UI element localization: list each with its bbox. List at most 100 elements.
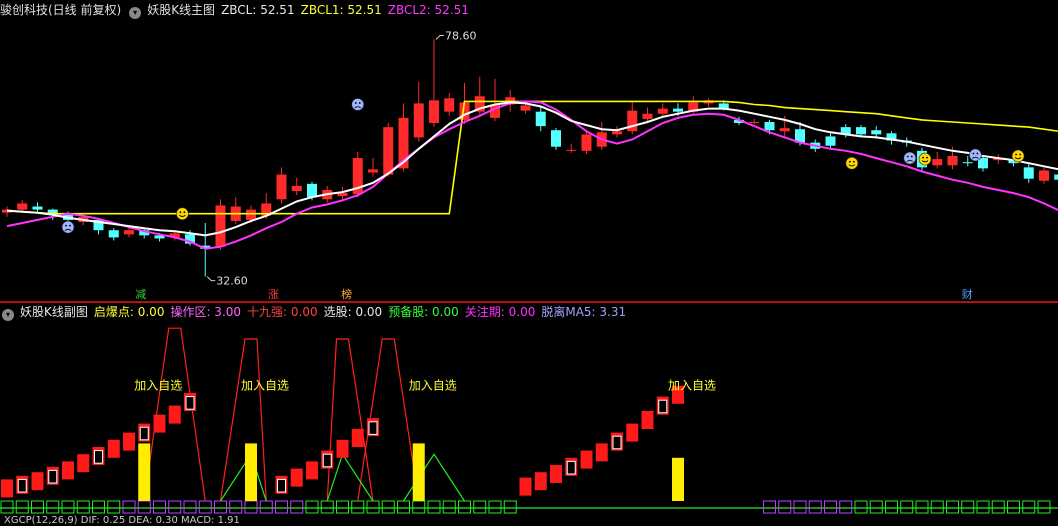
face-disc <box>845 156 859 170</box>
add-watchlist-label: 加入自选 <box>134 378 182 392</box>
main-candlestick-chart[interactable]: 78.60 32.60 减 涨 榜 财 <box>0 0 1058 301</box>
candle <box>612 126 622 138</box>
signal-square <box>31 500 44 514</box>
red-stair-box <box>351 429 364 447</box>
candle-body <box>673 108 683 112</box>
red-stair-box <box>123 432 135 451</box>
candle <box>1054 174 1058 180</box>
hollow-box <box>94 450 103 464</box>
signal-square <box>351 500 365 514</box>
signal-square <box>381 500 395 514</box>
candle-body <box>962 162 973 164</box>
candle-body <box>32 206 43 210</box>
candle <box>230 197 241 225</box>
candle-body <box>276 174 287 200</box>
macd-header-text: XGCP(12,26,9) DIF: 0.25 DEA: 0.30 MACD: … <box>4 515 240 526</box>
signal-square <box>1007 500 1020 514</box>
candle-body <box>307 183 317 198</box>
candle <box>627 102 638 135</box>
candle <box>596 121 607 150</box>
face-eye <box>906 155 909 158</box>
green-spike-line <box>219 452 267 502</box>
event-tag: 财 <box>962 287 973 301</box>
candle <box>413 81 424 142</box>
signal-square <box>137 500 151 514</box>
ma-yellow-line <box>6 100 1058 215</box>
candle <box>551 128 561 150</box>
red-stair-box <box>107 439 120 458</box>
low-price-label: 32.60 <box>216 275 248 288</box>
red-spike-line <box>219 338 267 502</box>
candle <box>383 123 394 177</box>
signal-square <box>46 500 60 514</box>
candle <box>566 143 577 153</box>
candle-body <box>444 98 455 112</box>
red-stair-box <box>641 411 654 429</box>
signal-square <box>275 500 288 514</box>
high-price-label: 78.60 <box>445 30 477 43</box>
face-eye <box>69 224 71 227</box>
hollow-box <box>17 478 27 493</box>
face-eye <box>65 224 67 227</box>
candle-body <box>657 108 668 114</box>
red-stair-box <box>1 479 13 498</box>
signal-square <box>412 500 426 514</box>
candle-body <box>871 130 882 135</box>
sad-face-icon <box>969 148 982 162</box>
red-stair-box <box>31 472 44 491</box>
candle-body <box>856 127 866 135</box>
candle-body <box>291 185 302 192</box>
signal-square <box>991 500 1005 514</box>
event-tag: 榜 <box>341 287 352 301</box>
add-watchlist-label: 加入自选 <box>409 378 457 392</box>
yellow-signal-bar <box>245 443 257 501</box>
face-disc <box>351 98 365 111</box>
candle <box>215 199 226 250</box>
candle <box>825 131 836 150</box>
hollow-box <box>566 460 576 475</box>
signal-square <box>488 500 502 514</box>
signal-square <box>320 500 334 514</box>
sad-face-icon <box>351 98 365 111</box>
event-tag: 涨 <box>268 288 279 301</box>
face-eye <box>922 156 924 159</box>
yellow-signal-bar <box>138 443 151 501</box>
yellow-signal-bar <box>672 457 684 501</box>
signal-square <box>183 500 197 514</box>
red-stair-box <box>77 454 90 473</box>
candle-body <box>368 169 378 173</box>
signal-square <box>259 500 273 514</box>
yellow-signal-bar <box>412 443 425 501</box>
signal-square <box>442 500 456 514</box>
face-disc <box>918 152 932 166</box>
sad-face-icon <box>61 220 75 234</box>
candle <box>932 151 943 169</box>
candle-body <box>413 103 424 138</box>
hollow-box <box>139 426 149 441</box>
candle <box>703 98 714 107</box>
candle-body <box>215 205 226 247</box>
candle-body <box>642 113 653 119</box>
face-eye <box>976 152 979 155</box>
sub-indicator-chart[interactable]: 加入自选加入自选加入自选加入自选加入自选加入自选加入自选加入自选 <box>0 303 1058 515</box>
signal-square <box>793 500 807 514</box>
face-eye <box>972 152 975 155</box>
happy-face-icon <box>918 152 932 166</box>
hollow-box <box>322 453 332 468</box>
signal-square <box>214 500 227 514</box>
candle <box>429 39 439 128</box>
signal-square <box>1022 500 1036 514</box>
signal-square <box>839 500 853 514</box>
candle-body <box>825 136 836 146</box>
signal-square <box>0 500 14 514</box>
candle-body <box>535 111 546 127</box>
signal-square <box>503 500 517 514</box>
face-eye <box>358 102 361 104</box>
signal-square <box>92 500 105 514</box>
candle <box>291 177 302 196</box>
candle <box>352 151 363 198</box>
candle-body <box>779 128 790 132</box>
candle <box>108 228 119 241</box>
red-spike-line <box>357 338 420 502</box>
red-stair-box <box>595 443 608 462</box>
